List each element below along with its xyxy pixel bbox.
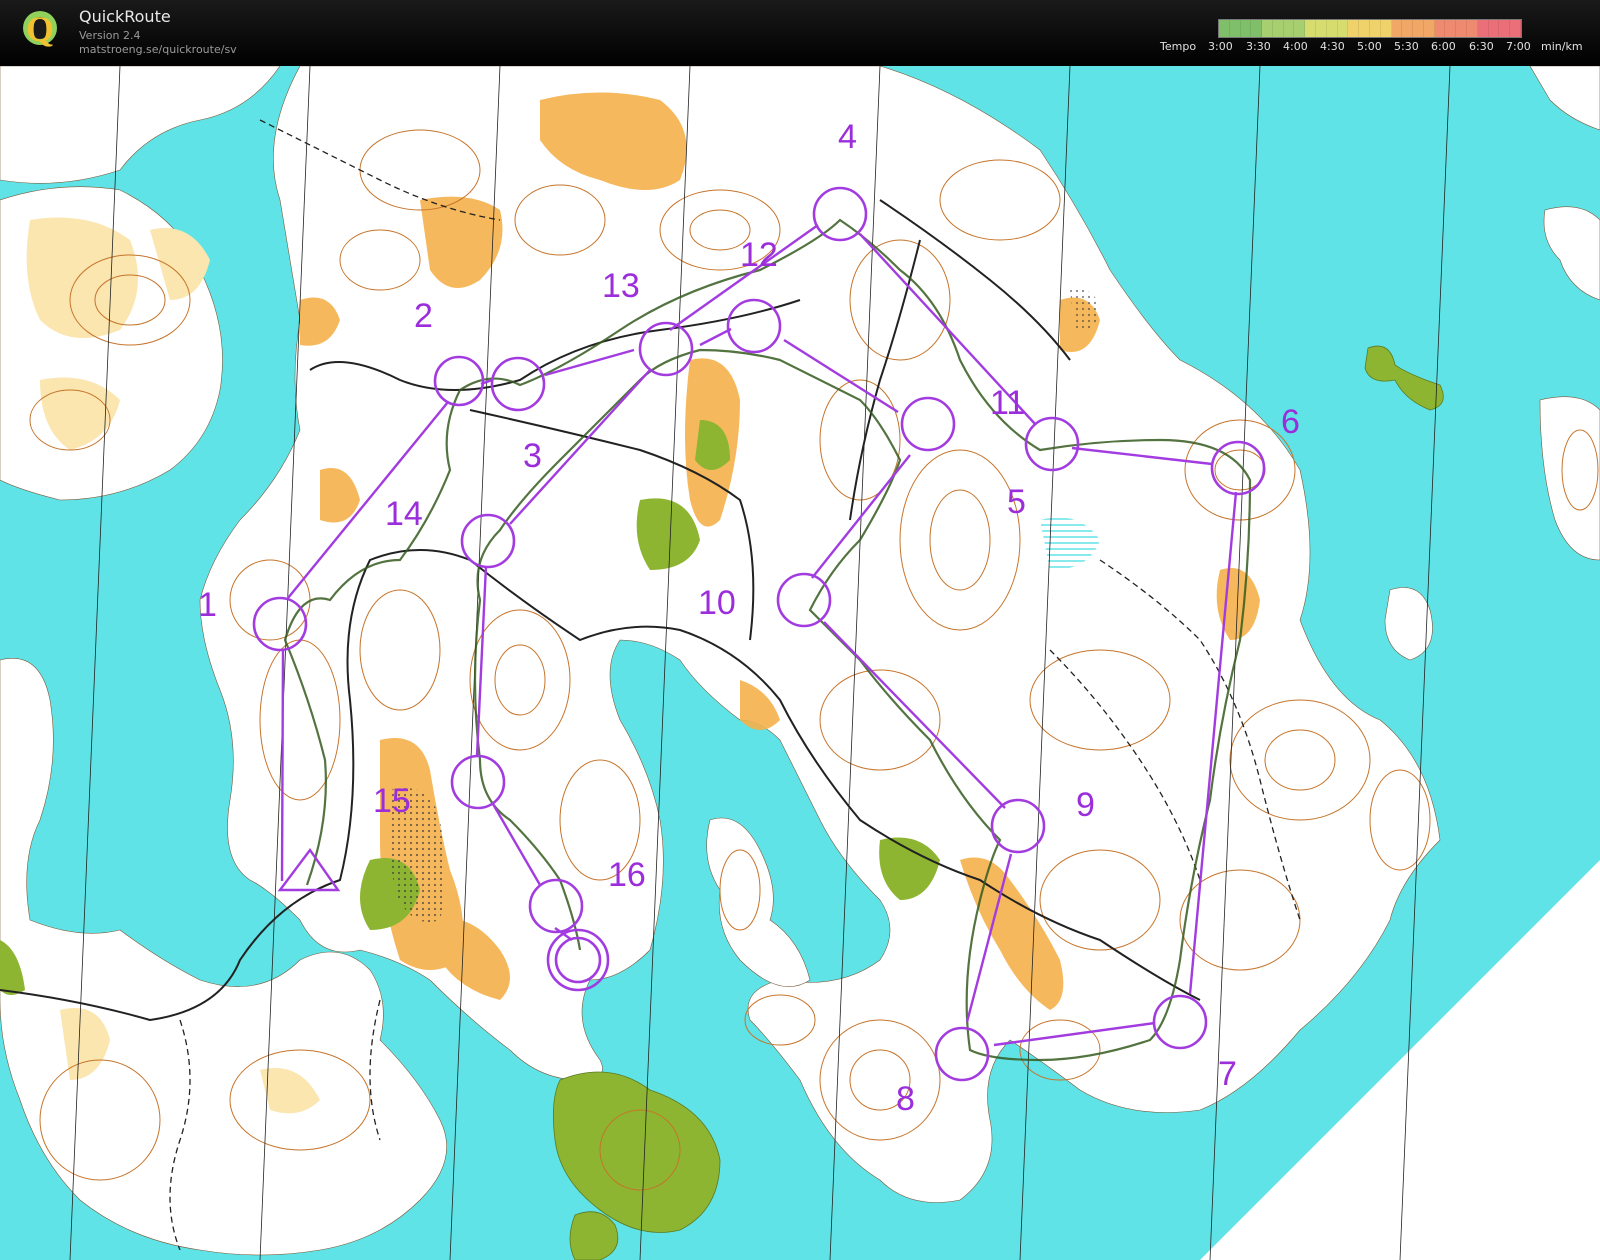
control-number: 13 — [602, 267, 640, 305]
tempo-color-scale — [1218, 19, 1522, 38]
tempo-swatch — [1402, 20, 1414, 37]
orienteering-map[interactable]: 1 2 3 4 5 6 7 8 9 10 11 12 13 14 15 16 — [0, 66, 1600, 1260]
control-number: 9 — [1076, 786, 1095, 824]
control-number: 2 — [414, 297, 433, 335]
control-number: 10 — [698, 584, 736, 622]
tempo-tick: 5:30 — [1394, 40, 1419, 53]
tempo-swatch — [1423, 20, 1435, 37]
tempo-swatch — [1434, 20, 1446, 37]
control-number: 4 — [838, 118, 857, 156]
control-number: 12 — [740, 236, 778, 274]
control-number: 7 — [1218, 1055, 1237, 1093]
tempo-swatch — [1326, 20, 1338, 37]
control-number: 1 — [198, 586, 217, 624]
tempo-swatch — [1316, 20, 1327, 37]
tempo-swatch — [1488, 20, 1500, 37]
title-bar: Q QuickRoute Version 2.4 matstroeng.se/q… — [0, 0, 1600, 66]
tempo-swatch — [1251, 20, 1263, 37]
control-number: 16 — [608, 856, 646, 894]
app-title: QuickRoute — [79, 7, 171, 26]
tempo-swatch — [1477, 20, 1489, 37]
tempo-swatch — [1499, 20, 1511, 37]
tempo-tick: 6:30 — [1469, 40, 1494, 53]
tempo-swatch — [1466, 20, 1478, 37]
app-version: Version 2.4 — [79, 29, 141, 42]
svg-text:Q: Q — [26, 9, 54, 49]
tempo-swatch — [1272, 20, 1284, 37]
tempo-tick: 4:00 — [1283, 40, 1308, 53]
control-number: 3 — [523, 437, 542, 475]
tempo-tick: 5:00 — [1357, 40, 1382, 53]
quickroute-logo-icon: Q — [23, 9, 57, 49]
tempo-tick: 6:00 — [1431, 40, 1456, 53]
tempo-swatch — [1262, 20, 1273, 37]
tempo-swatch — [1369, 20, 1381, 37]
tempo-swatch — [1305, 20, 1317, 37]
tempo-unit: min/km — [1541, 40, 1583, 53]
tempo-swatch — [1348, 20, 1360, 37]
app-url: matstroeng.se/quickroute/sv — [79, 43, 237, 56]
tempo-swatch — [1337, 20, 1349, 37]
tempo-swatch — [1240, 20, 1252, 37]
tempo-swatch — [1456, 20, 1467, 37]
control-number: 15 — [373, 782, 411, 820]
tempo-swatch — [1445, 20, 1457, 37]
tempo-label: Tempo — [1160, 40, 1197, 53]
tempo-tick: 7:00 — [1506, 40, 1531, 53]
control-number: 6 — [1281, 403, 1300, 441]
tempo-swatch — [1413, 20, 1424, 37]
tempo-swatch — [1380, 20, 1392, 37]
tempo-swatch — [1283, 20, 1295, 37]
tempo-swatch — [1510, 20, 1521, 37]
control-number: 14 — [385, 495, 423, 533]
control-number: 11 — [990, 384, 1025, 422]
tempo-tick: 4:30 — [1320, 40, 1345, 53]
tempo-tick: 3:30 — [1246, 40, 1271, 53]
tempo-swatch — [1391, 20, 1403, 37]
tempo-tick: 3:00 — [1208, 40, 1233, 53]
tempo-swatch — [1219, 20, 1230, 37]
control-number: 8 — [896, 1080, 915, 1118]
tempo-swatch — [1359, 20, 1370, 37]
tempo-swatch — [1294, 20, 1306, 37]
control-number: 5 — [1007, 483, 1026, 521]
tempo-swatch — [1229, 20, 1241, 37]
